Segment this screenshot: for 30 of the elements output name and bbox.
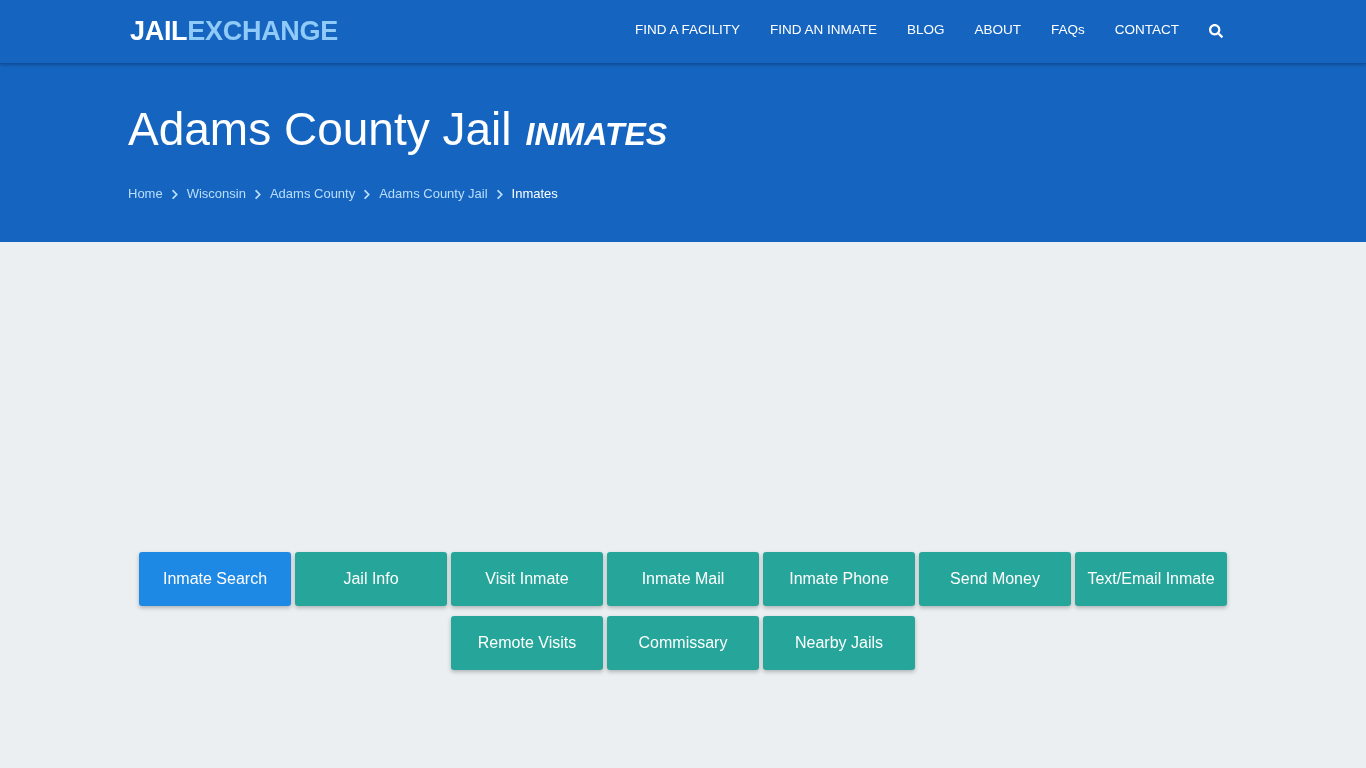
nav-link[interactable]: FAQs	[1051, 20, 1085, 43]
search-button[interactable]	[1209, 23, 1223, 40]
breadcrumb-current: Inmates	[511, 185, 558, 203]
nav-link[interactable]: FIND AN INMATE	[769, 20, 877, 43]
action-button[interactable]: Jail Info	[295, 552, 447, 606]
chevron-icon	[495, 188, 504, 200]
nav-link[interactable]: BLOG	[906, 20, 945, 43]
breadcrumb-link[interactable]: Wisconsin	[186, 185, 246, 203]
breadcrumb-link[interactable]: Adams County	[269, 185, 356, 203]
chevron-icon	[253, 188, 262, 200]
search-icon	[1209, 23, 1223, 38]
chevron-icon	[363, 188, 372, 200]
action-button[interactable]: Inmate Phone	[763, 552, 915, 606]
action-button[interactable]: Inmate Mail	[607, 552, 759, 606]
action-button[interactable]: Text/Email Inmate	[1075, 552, 1227, 606]
action-button[interactable]: Commissary	[607, 616, 759, 670]
breadcrumb-link[interactable]: Adams County Jail	[379, 185, 488, 203]
action-button[interactable]: Send Money	[919, 552, 1071, 606]
nav-link[interactable]: CONTACT	[1114, 20, 1179, 43]
site-logo[interactable]: JAILEXCHANGE	[130, 18, 338, 45]
action-button[interactable]: Nearby Jails	[763, 616, 915, 670]
action-button[interactable]: Visit Inmate	[451, 552, 603, 606]
breadcrumb-link[interactable]: Home	[128, 185, 163, 203]
page-title-suffix: INMATES	[525, 115, 668, 154]
action-button[interactable]: Inmate Search	[139, 552, 291, 606]
nav-link[interactable]: FIND A FACILITY	[634, 20, 740, 43]
page-title: Adams County Jail	[128, 102, 512, 157]
action-button[interactable]: Remote Visits	[451, 616, 603, 670]
chevron-icon	[170, 188, 179, 200]
nav-link[interactable]: ABOUT	[974, 20, 1021, 43]
